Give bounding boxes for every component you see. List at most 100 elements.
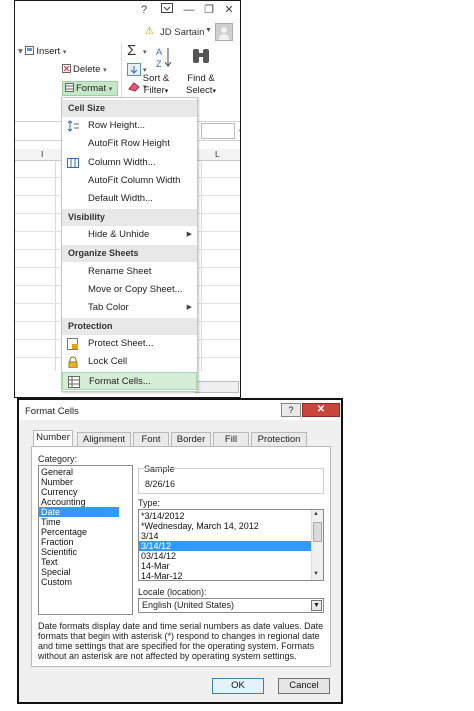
ribbon-display-options-icon[interactable] xyxy=(159,3,175,18)
menu-item-format-cells[interactable]: Format Cells... xyxy=(62,372,197,390)
list-item[interactable]: 03/14/12 xyxy=(139,551,311,561)
list-item-selected[interactable]: Date xyxy=(39,507,119,517)
expand-formula-bar-icon[interactable]: ⌄ xyxy=(237,124,240,135)
chevron-down-icon[interactable]: ▼ xyxy=(205,27,212,34)
menu-item-label: AutoFit Row Height xyxy=(88,138,170,149)
svg-text:A: A xyxy=(156,47,162,57)
delete-button[interactable]: Delete ▾ xyxy=(62,64,107,75)
locale-select[interactable]: English (United States) ▼ xyxy=(138,598,324,613)
excel-window: ? — ❐ ✕ ⚠ JD Sartain ▼ ▾ Insert ▾ Delete… xyxy=(14,0,241,398)
tab-protection[interactable]: Protection xyxy=(251,432,307,446)
insert-label: Insert xyxy=(36,46,61,57)
menu-item-default-width[interactable]: Default Width... xyxy=(62,190,197,208)
user-name[interactable]: JD Sartain xyxy=(160,27,204,38)
list-item[interactable]: 3/14 xyxy=(139,531,311,541)
menu-item-autofit-row-height[interactable]: AutoFit Row Height xyxy=(62,135,197,153)
restore-button[interactable]: ❐ xyxy=(201,3,217,18)
menu-header-organize-sheets: Organize Sheets xyxy=(62,245,197,262)
list-item[interactable]: 14-Mar xyxy=(139,561,311,571)
list-item-selected[interactable]: 3/14/12 xyxy=(139,541,311,551)
menu-header-cell-size: Cell Size xyxy=(62,100,197,117)
sample-group: 8/26/16 xyxy=(138,468,324,494)
menu-item-row-height[interactable]: Row Height... xyxy=(62,117,197,135)
column-header-l[interactable]: L xyxy=(215,149,220,159)
dialog-title: Format Cells xyxy=(25,406,79,417)
list-item[interactable]: Accounting xyxy=(39,497,119,507)
autosum-icon[interactable]: Σ xyxy=(127,42,136,59)
formula-input[interactable] xyxy=(201,123,235,139)
help-button[interactable]: ? xyxy=(136,3,152,18)
menu-item-label: Rename Sheet xyxy=(88,266,152,277)
sort-filter-button[interactable]: Sort & Filter▾ xyxy=(141,73,171,98)
ribbon-divider xyxy=(121,43,122,97)
dialog-close-button[interactable]: ✕ xyxy=(302,403,340,417)
type-list[interactable]: *3/14/2012 *Wednesday, March 14, 2012 3/… xyxy=(138,509,324,581)
tab-fill[interactable]: Fill xyxy=(213,432,249,446)
list-item[interactable]: Special xyxy=(39,567,119,577)
menu-item-move-copy-sheet[interactable]: Move or Copy Sheet... xyxy=(62,281,197,299)
menu-item-hide-unhide[interactable]: Hide & Unhide ▶ xyxy=(62,226,197,244)
close-button[interactable]: ✕ xyxy=(221,3,237,18)
list-item[interactable]: Scientific xyxy=(39,547,119,557)
format-button[interactable]: Format ▾ xyxy=(62,81,118,96)
list-item[interactable]: Custom xyxy=(39,577,119,587)
account-row[interactable]: ⚠ JD Sartain ▼ xyxy=(15,21,240,43)
menu-item-protect-sheet[interactable]: Protect Sheet... xyxy=(62,335,197,353)
menu-item-tab-color[interactable]: Tab Color ▶ xyxy=(62,299,197,317)
list-item[interactable]: Percentage xyxy=(39,527,119,537)
menu-item-column-width[interactable]: Column Width... xyxy=(62,154,197,172)
fill-icon[interactable] xyxy=(127,63,141,76)
list-item[interactable]: Text xyxy=(39,557,119,567)
ok-button[interactable]: OK xyxy=(212,678,264,694)
category-label: Category: xyxy=(38,454,78,464)
list-item[interactable]: *3/14/2012 xyxy=(139,511,311,521)
list-item[interactable]: General xyxy=(39,467,119,477)
menu-item-lock-cell[interactable]: Lock Cell xyxy=(62,353,197,371)
tab-alignment[interactable]: Alignment xyxy=(77,432,131,446)
menu-item-label: AutoFit Column Width xyxy=(88,175,181,186)
clear-icon[interactable] xyxy=(127,81,141,92)
column-width-icon xyxy=(67,157,79,169)
list-item[interactable]: Number xyxy=(39,477,119,487)
lock-icon xyxy=(67,356,79,369)
menu-item-rename-sheet[interactable]: Rename Sheet xyxy=(62,263,197,281)
scroll-up-icon[interactable]: ▲ xyxy=(313,511,319,517)
list-item[interactable]: *Wednesday, March 14, 2012 xyxy=(139,521,311,531)
list-item[interactable]: 14-Mar-12 xyxy=(139,571,311,580)
format-description: Date formats display date and time seria… xyxy=(38,621,324,661)
menu-item-label: Row Height... xyxy=(88,120,146,131)
delete-cells-icon xyxy=(62,64,71,73)
sample-value: 8/26/16 xyxy=(145,479,176,489)
column-header-i[interactable]: I xyxy=(41,149,43,159)
horizontal-scrollbar[interactable] xyxy=(195,381,239,393)
avatar[interactable] xyxy=(215,23,233,41)
menu-item-label: Move or Copy Sheet... xyxy=(88,284,183,295)
list-item[interactable]: Fraction xyxy=(39,537,119,547)
format-label: Format xyxy=(76,83,107,94)
locale-value: English (United States) xyxy=(142,600,235,610)
minimize-button[interactable]: — xyxy=(181,3,197,18)
autosum-chevron-icon[interactable]: ▾ xyxy=(143,48,147,56)
format-dropdown-menu: Cell Size Row Height... AutoFit Row Heig… xyxy=(61,97,198,392)
scroll-down-icon[interactable]: ▼ xyxy=(313,571,319,577)
chevron-down-icon[interactable]: ▼ xyxy=(311,600,322,611)
tab-number[interactable]: Number xyxy=(33,430,73,447)
list-item[interactable]: Currency xyxy=(39,487,119,497)
menu-item-autofit-column-width[interactable]: AutoFit Column Width xyxy=(62,172,197,190)
dialog-help-button[interactable]: ? xyxy=(281,403,301,417)
category-list[interactable]: General Number Currency Accounting Date … xyxy=(38,465,133,615)
tab-border[interactable]: Border xyxy=(171,432,211,446)
scroll-thumb[interactable] xyxy=(313,522,322,542)
list-item[interactable]: Time xyxy=(39,517,119,527)
format-cells-icon xyxy=(68,376,80,388)
tab-font[interactable]: Font xyxy=(133,432,169,446)
submenu-arrow-icon: ▶ xyxy=(186,304,192,311)
submenu-arrow-icon: ▶ xyxy=(186,231,192,238)
sort-filter-label-1: Sort & xyxy=(142,73,170,84)
type-list-scrollbar[interactable]: ▲ ▼ xyxy=(311,510,323,580)
cancel-button[interactable]: Cancel xyxy=(278,678,330,694)
insert-button[interactable]: ▾ Insert ▾ xyxy=(18,46,66,57)
warning-icon: ⚠ xyxy=(145,26,154,37)
type-label: Type: xyxy=(138,498,161,508)
find-select-button[interactable]: Find & Select▾ xyxy=(185,73,217,98)
